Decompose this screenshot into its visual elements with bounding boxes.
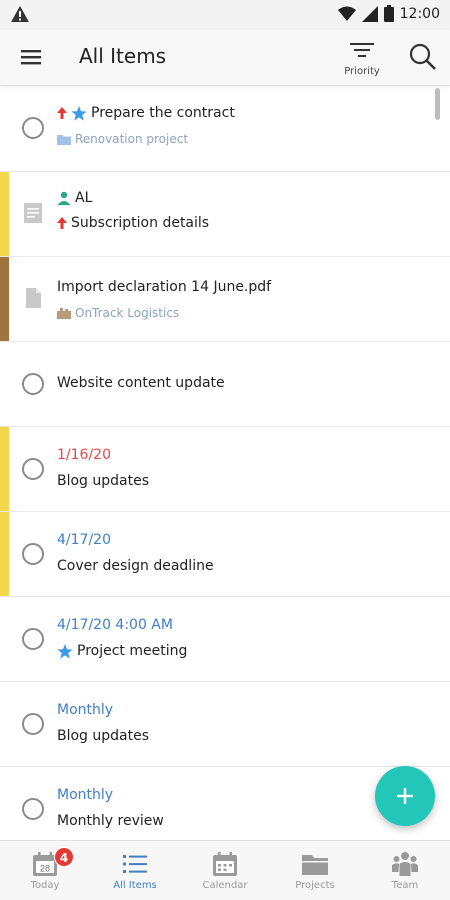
item-title-line: Subscription details: [57, 215, 209, 231]
nav-label-projects: Projects: [295, 880, 335, 891]
nav-calendar[interactable]: Calendar: [180, 841, 270, 900]
menu-icon[interactable]: [20, 46, 42, 68]
color-stripe: [0, 172, 9, 256]
list-item[interactable]: Monthly Blog updates: [0, 682, 450, 767]
nav-team[interactable]: Team: [360, 841, 450, 900]
item-title-line: Monthly review: [57, 813, 164, 829]
nav-label-today: Today: [30, 880, 60, 891]
nav-all-items[interactable]: All Items: [90, 841, 180, 900]
note-icon: [24, 203, 42, 223]
complete-checkbox[interactable]: [22, 628, 44, 650]
item-project: Renovation project: [75, 132, 189, 146]
folder-icon: [57, 135, 71, 145]
complete-checkbox[interactable]: [22, 713, 44, 735]
item-title-line: Cover design deadline: [57, 558, 214, 574]
item-title-line: Import declaration 14 June.pdf: [57, 279, 271, 295]
complete-checkbox[interactable]: [22, 458, 44, 480]
item-project-line: OnTrack Logistics: [57, 306, 179, 320]
item-project: OnTrack Logistics: [75, 306, 180, 320]
nav-label-calendar: Calendar: [202, 880, 248, 891]
today-badge: 4: [54, 847, 74, 867]
item-title: Blog updates: [57, 473, 150, 489]
list-item[interactable]: Import declaration 14 June.pdf OnTrack L…: [0, 257, 450, 342]
warning-icon: [11, 6, 29, 22]
cell-signal-icon: [361, 5, 378, 22]
list-icon: [123, 855, 147, 873]
item-title: Prepare the contract: [91, 105, 235, 121]
items-list[interactable]: Prepare the contract Renovation project …: [0, 87, 450, 840]
nav-label-team: Team: [391, 880, 419, 891]
star-icon: [57, 643, 73, 659]
high-priority-icon: [57, 217, 67, 229]
color-stripe: [0, 512, 9, 596]
search-icon[interactable]: [408, 42, 438, 72]
status-bar: 12:00: [0, 0, 450, 30]
item-recurrence: Monthly: [57, 702, 114, 718]
page-title: All Items: [79, 44, 167, 68]
folder-icon: [302, 855, 328, 875]
complete-checkbox[interactable]: [22, 117, 44, 139]
item-project-line: Renovation project: [57, 132, 188, 146]
sort-icon: [350, 43, 374, 57]
scrollbar-thumb[interactable]: [435, 88, 440, 120]
complete-checkbox[interactable]: [22, 543, 44, 565]
sort-button[interactable]: Priority: [338, 40, 386, 80]
nav-projects[interactable]: Projects: [270, 841, 360, 900]
list-item[interactable]: 4/17/20 4:00 AM Project meeting: [0, 597, 450, 682]
item-title-line: Website content update: [57, 375, 225, 391]
item-title: Monthly review: [57, 813, 164, 829]
list-item[interactable]: Prepare the contract Renovation project: [0, 87, 450, 172]
high-priority-icon: [57, 107, 67, 119]
nav-today[interactable]: 28 4 Today: [0, 841, 90, 900]
color-stripe: [0, 257, 9, 341]
item-recurrence: Monthly: [57, 787, 114, 803]
item-date: 4/17/20 4:00 AM: [57, 617, 173, 633]
item-title: Project meeting: [77, 643, 188, 659]
complete-checkbox[interactable]: [22, 373, 44, 395]
list-item[interactable]: 4/17/20 Cover design deadline: [0, 512, 450, 597]
building-icon: [57, 308, 71, 319]
item-title: Subscription details: [71, 215, 210, 231]
item-title-line: Project meeting: [57, 643, 187, 659]
bottom-navigation: 28 4 Today All Items Calendar Projects T…: [0, 840, 450, 900]
star-icon: [71, 105, 87, 121]
item-title-line: Prepare the contract: [57, 105, 235, 121]
item-date: 1/16/20: [57, 447, 111, 463]
list-item[interactable]: 1/16/20 Blog updates: [0, 427, 450, 512]
item-assignee: AL: [75, 190, 93, 206]
battery-icon: [383, 5, 394, 22]
item-assignee-line: AL: [57, 190, 92, 206]
add-item-button[interactable]: [375, 766, 435, 826]
item-title: Import declaration 14 June.pdf: [57, 279, 272, 295]
item-title-line: Blog updates: [57, 728, 149, 744]
list-item[interactable]: Website content update: [0, 342, 450, 427]
item-date: 4/17/20: [57, 532, 111, 548]
today-date-number: 28: [40, 864, 50, 874]
plus-icon: [397, 788, 413, 804]
list-item[interactable]: AL Subscription details: [0, 172, 450, 257]
color-stripe: [0, 427, 9, 511]
status-time: 12:00: [399, 5, 440, 22]
person-icon: [57, 191, 71, 205]
sort-label: Priority: [344, 66, 380, 77]
nav-label-all-items: All Items: [113, 880, 157, 891]
item-title: Website content update: [57, 375, 225, 391]
calendar-icon: [213, 852, 237, 876]
team-icon: [392, 852, 418, 876]
wifi-icon: [337, 6, 356, 21]
item-title-line: Blog updates: [57, 473, 149, 489]
item-title: Blog updates: [57, 728, 150, 744]
complete-checkbox[interactable]: [22, 798, 44, 820]
app-bar: All Items Priority: [0, 30, 450, 86]
item-title: Cover design deadline: [57, 558, 214, 574]
file-icon: [26, 288, 41, 308]
